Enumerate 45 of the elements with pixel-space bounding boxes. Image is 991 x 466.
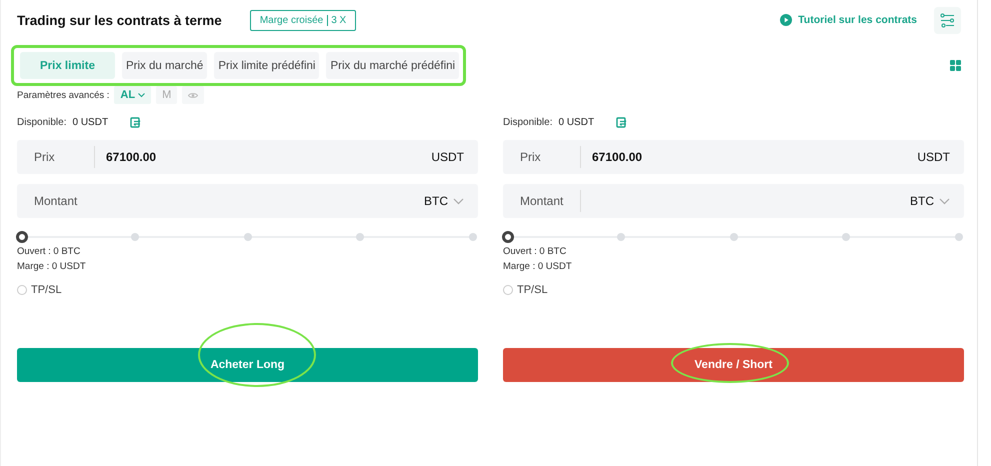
price-field[interactable]: Prix 67100.00 USDT: [17, 140, 478, 174]
available-label: Disponible:: [17, 116, 66, 128]
play-icon: [780, 14, 792, 26]
amount-slider[interactable]: [503, 230, 964, 244]
margin-text: Marge : 0 USDT: [503, 260, 573, 274]
order-type-tab[interactable]: Prix du marché prédéfini: [326, 52, 460, 79]
margin-text: Marge : 0 USDT: [17, 260, 87, 274]
slider-thumb[interactable]: [16, 231, 28, 243]
available-label: Disponible:: [503, 116, 552, 128]
available-balance: 0 USDT: [72, 116, 108, 128]
sliders-icon: [940, 12, 955, 28]
amount-slider[interactable]: [17, 230, 478, 244]
order-type-tab[interactable]: Prix du marché: [122, 52, 208, 79]
slider-step-dot[interactable]: [616, 233, 625, 241]
slider-step-dot[interactable]: [730, 233, 738, 241]
amount-field[interactable]: Montant BTC: [17, 184, 478, 218]
tpsl-checkbox[interactable]: [17, 285, 27, 295]
slider-step-dot[interactable]: [469, 233, 477, 241]
chevron-down-icon: [939, 198, 950, 204]
tpsl-checkbox[interactable]: [503, 285, 513, 295]
settings-button[interactable]: [934, 6, 961, 34]
visibility-toggle[interactable]: [182, 86, 204, 104]
transfer-icon[interactable]: [130, 116, 142, 128]
advanced-settings-label: Paramètres avancés :: [17, 90, 110, 100]
slider-step-dot[interactable]: [244, 233, 252, 241]
calculator-icon[interactable]: [950, 60, 961, 71]
tpsl-label: TP/SL: [31, 284, 62, 296]
slider-step-dot[interactable]: [842, 233, 850, 241]
amount-field[interactable]: Montant BTC: [503, 184, 964, 218]
chevron-down-icon: [138, 92, 146, 98]
open-position-text: Ouvert : 0 BTC: [17, 245, 82, 259]
slider-step-dot[interactable]: [130, 233, 139, 241]
slider-step-dot[interactable]: [356, 233, 364, 241]
available-balance: 0 USDT: [558, 116, 594, 128]
eye-icon: [188, 92, 198, 98]
order-type-tab[interactable]: Prix limite prédéfini: [214, 52, 320, 79]
price-field[interactable]: Prix 67100.00 USDT: [503, 140, 964, 174]
open-position-text: Ouvert : 0 BTC: [503, 245, 568, 259]
slider-thumb[interactable]: [502, 231, 514, 243]
transfer-icon[interactable]: [616, 116, 628, 128]
slider-step-dot[interactable]: [955, 233, 963, 241]
tpsl-label: TP/SL: [517, 284, 548, 296]
panel-title: Trading sur les contrats à terme: [17, 12, 222, 28]
chevron-down-icon: [453, 198, 464, 204]
sell-short-button[interactable]: Vendre / Short: [503, 348, 964, 382]
